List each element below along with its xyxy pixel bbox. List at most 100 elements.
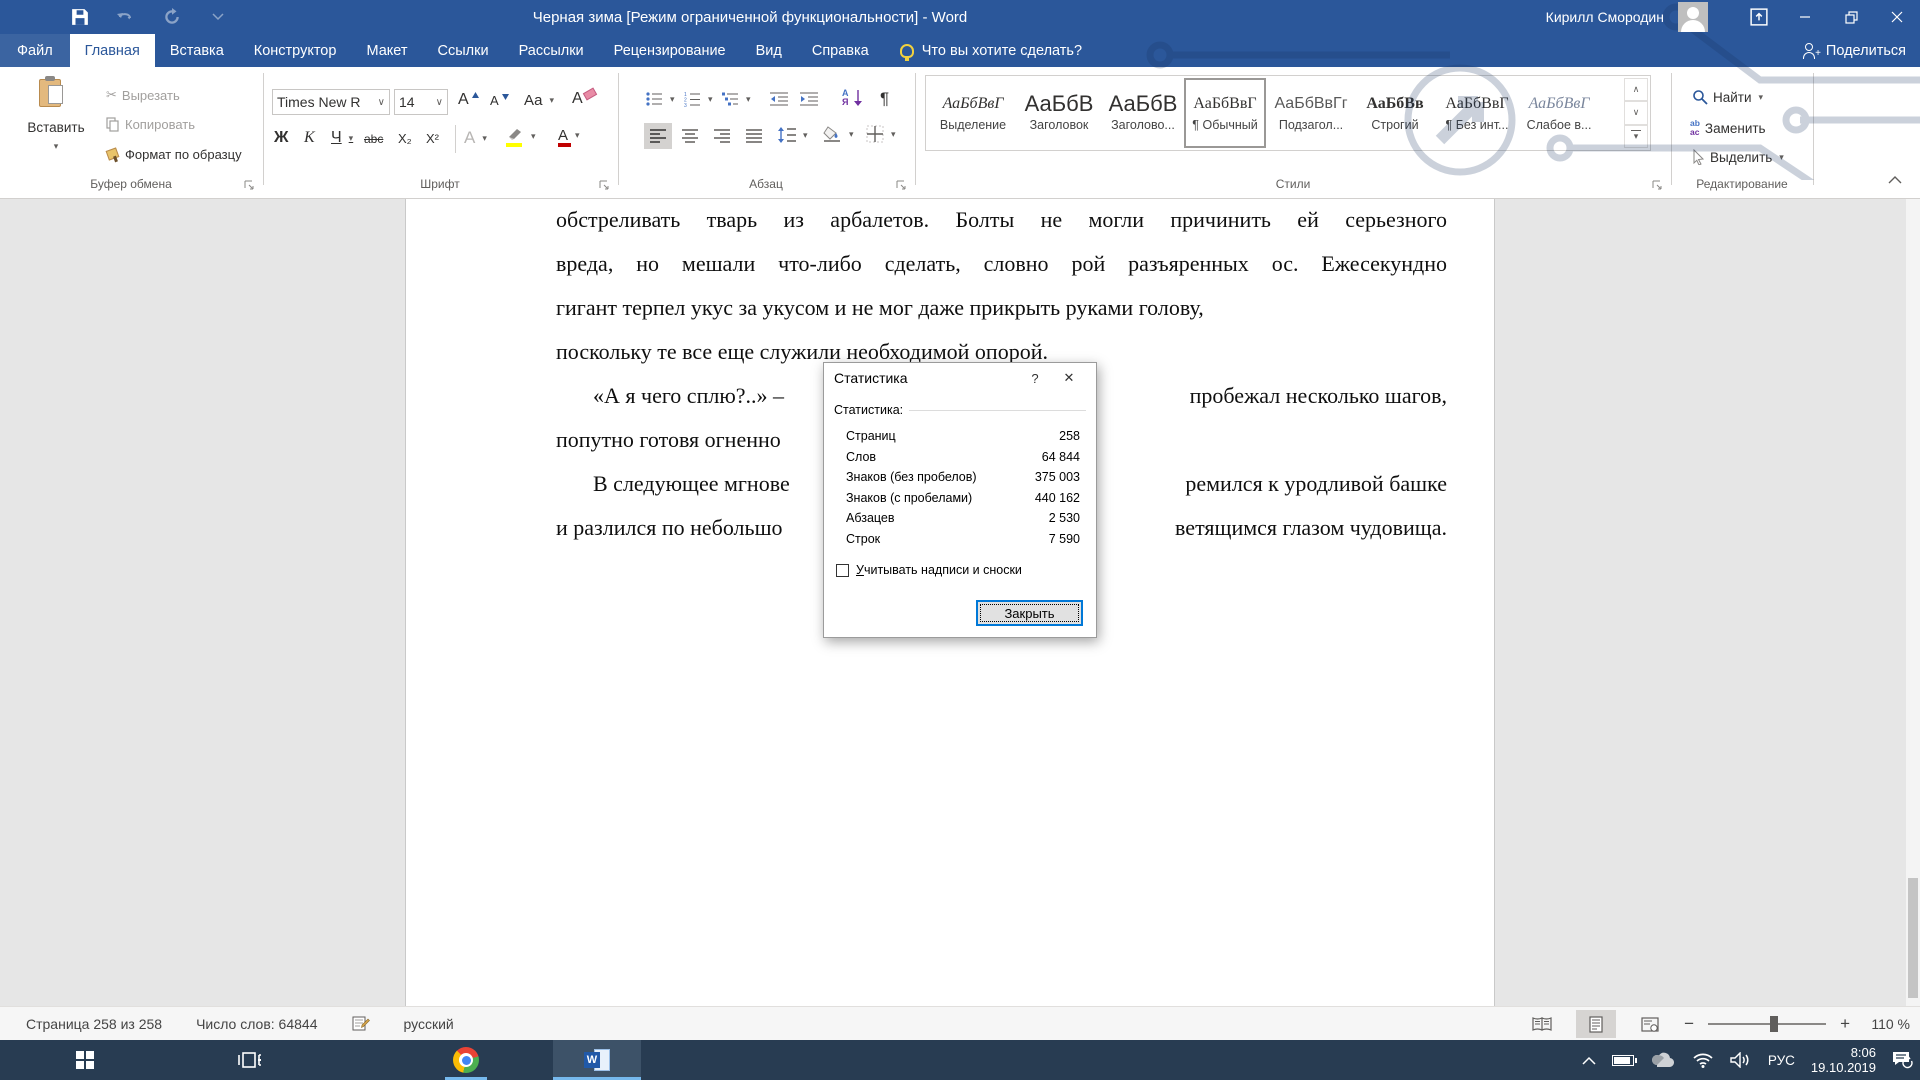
italic-button[interactable]: К: [304, 129, 315, 147]
find-button[interactable]: Найти: [1692, 89, 1763, 105]
font-size-combobox[interactable]: 14 ∨: [394, 89, 448, 115]
align-center-button[interactable]: [676, 123, 704, 149]
underline-button[interactable]: Ч: [331, 129, 353, 147]
tab-view[interactable]: Вид: [741, 34, 797, 67]
style-strogij[interactable]: АаБбВв Строгий: [1354, 78, 1436, 148]
wifi-icon[interactable]: [1692, 1052, 1714, 1068]
taskbar-chrome-button[interactable]: [442, 1040, 490, 1080]
style-bez-intervala[interactable]: АаБбВвГ ¶ Без инт...: [1436, 78, 1518, 148]
scrollbar-thumb[interactable]: [1908, 878, 1918, 998]
show-hidden-icons-chevron[interactable]: [1582, 1056, 1596, 1065]
show-formatting-marks-button[interactable]: ¶: [880, 89, 889, 109]
dialog-titlebar[interactable]: Статистика ? ✕: [824, 363, 1096, 393]
vertical-scrollbar[interactable]: [1906, 199, 1920, 1006]
zoom-in-button[interactable]: +: [1840, 1014, 1850, 1034]
borders-button[interactable]: [866, 125, 896, 143]
zoom-slider-thumb[interactable]: [1770, 1016, 1778, 1032]
word-count[interactable]: Число слов: 64844: [196, 1016, 317, 1032]
sort-button[interactable]: А Я: [842, 89, 862, 107]
taskbar-word-button[interactable]: [553, 1040, 641, 1080]
styles-more-icon[interactable]: [1624, 125, 1648, 148]
grow-font-button[interactable]: А: [458, 91, 479, 109]
style-podzagolovok[interactable]: АаБбВвГг Подзагол...: [1270, 78, 1352, 148]
paste-dropdown-icon[interactable]: [16, 137, 96, 152]
multilevel-list-button[interactable]: [722, 91, 751, 107]
line-spacing-button[interactable]: [778, 127, 808, 143]
tab-file[interactable]: Файл: [0, 34, 70, 67]
tab-insert[interactable]: Вставка: [155, 34, 239, 67]
replace-button[interactable]: abac Заменить: [1690, 119, 1766, 137]
style-zagolovok2[interactable]: АаБбВ Заголово...: [1102, 78, 1184, 148]
battery-icon[interactable]: [1612, 1055, 1634, 1066]
volume-icon[interactable]: [1730, 1052, 1752, 1068]
zoom-slider[interactable]: [1708, 1023, 1826, 1025]
page-indicator[interactable]: Страница 258 из 258: [26, 1016, 162, 1032]
collapse-ribbon-icon[interactable]: [1888, 175, 1902, 185]
tab-help[interactable]: Справка: [797, 34, 884, 67]
align-left-button[interactable]: [644, 123, 672, 149]
decrease-indent-button[interactable]: [770, 91, 788, 107]
paste-button[interactable]: Вставить: [16, 79, 96, 152]
font-color-button[interactable]: А: [558, 127, 580, 144]
highlight-color-button[interactable]: [506, 127, 536, 145]
style-normal-selected[interactable]: АаБбВвГ ¶ Обычный: [1184, 78, 1266, 148]
dialog-help-button[interactable]: ?: [1018, 371, 1052, 386]
minimize-button[interactable]: [1782, 0, 1828, 34]
tab-design[interactable]: Конструктор: [239, 34, 352, 67]
include-textboxes-checkbox[interactable]: [836, 564, 849, 577]
document-canvas[interactable]: обстреливать тварь из арбалетов. Болты н…: [0, 199, 1920, 1006]
superscript-button[interactable]: Х²: [426, 131, 439, 146]
change-case-button[interactable]: Аа: [524, 92, 554, 109]
strikethrough-button[interactable]: abc: [364, 132, 383, 146]
shading-button[interactable]: [822, 125, 854, 143]
justify-button[interactable]: [740, 123, 768, 149]
clock[interactable]: 8:06 19.10.2019: [1811, 1045, 1876, 1075]
numbering-button[interactable]: 123: [684, 91, 713, 107]
action-center-icon[interactable]: [1892, 1050, 1914, 1070]
styles-scroll-down-icon[interactable]: [1624, 101, 1648, 124]
start-button[interactable]: [61, 1040, 109, 1080]
zoom-level[interactable]: 110 %: [1864, 1016, 1910, 1032]
copy-button[interactable]: Копировать: [106, 117, 195, 132]
bold-button[interactable]: Ж: [274, 129, 288, 147]
zoom-out-button[interactable]: −: [1684, 1014, 1694, 1034]
paragraph-dialog-launcher[interactable]: [895, 179, 907, 191]
clipboard-dialog-launcher[interactable]: [243, 179, 255, 191]
language-indicator[interactable]: русский: [404, 1016, 454, 1032]
select-button[interactable]: Выделить: [1692, 149, 1784, 165]
web-layout-button[interactable]: [1630, 1010, 1670, 1038]
ribbon-display-options-icon[interactable]: [1736, 0, 1782, 34]
tab-layout[interactable]: Макет: [351, 34, 422, 67]
restore-button[interactable]: [1828, 0, 1874, 34]
dialog-close-button[interactable]: Закрыть: [976, 600, 1083, 626]
tab-home[interactable]: Главная: [70, 34, 155, 67]
dialog-close-icon[interactable]: ✕: [1052, 370, 1086, 386]
style-slaboe-vydelenie[interactable]: АаБбВвГ Слабое в...: [1518, 78, 1600, 148]
account-user-name[interactable]: Кирилл Смородин: [1546, 9, 1664, 25]
style-vydelenie[interactable]: АаБбВвГ Выделение: [932, 78, 1014, 148]
tell-me-box[interactable]: Что вы хотите сделать?: [900, 34, 1082, 67]
font-dialog-launcher[interactable]: [598, 179, 610, 191]
share-button[interactable]: + Поделиться: [1803, 34, 1906, 67]
tab-review[interactable]: Рецензирование: [599, 34, 741, 67]
close-button[interactable]: [1874, 0, 1920, 34]
keyboard-language-indicator[interactable]: РУС: [1768, 1053, 1795, 1068]
bullets-button[interactable]: [646, 91, 675, 107]
proofing-status-icon[interactable]: [352, 1016, 370, 1032]
shrink-font-button[interactable]: А: [490, 93, 509, 108]
text-effects-button[interactable]: А: [464, 128, 487, 148]
tab-references[interactable]: Ссылки: [423, 34, 504, 67]
styles-scroll-up-icon[interactable]: [1624, 78, 1648, 101]
format-painter-button[interactable]: Формат по образцу: [106, 147, 242, 162]
increase-indent-button[interactable]: [800, 91, 818, 107]
cut-button[interactable]: ✂ Вырезать: [106, 87, 180, 103]
style-zagolovok[interactable]: АаБбВ Заголовок: [1018, 78, 1100, 148]
align-right-button[interactable]: [708, 123, 736, 149]
clear-formatting-button[interactable]: А: [572, 90, 596, 108]
font-name-combobox[interactable]: Times New R ∨: [272, 89, 390, 115]
tab-mailings[interactable]: Рассылки: [504, 34, 599, 67]
task-view-button[interactable]: [226, 1040, 274, 1080]
print-layout-button[interactable]: [1576, 1010, 1616, 1038]
onedrive-icon[interactable]: [1650, 1052, 1676, 1068]
avatar[interactable]: [1678, 2, 1708, 32]
